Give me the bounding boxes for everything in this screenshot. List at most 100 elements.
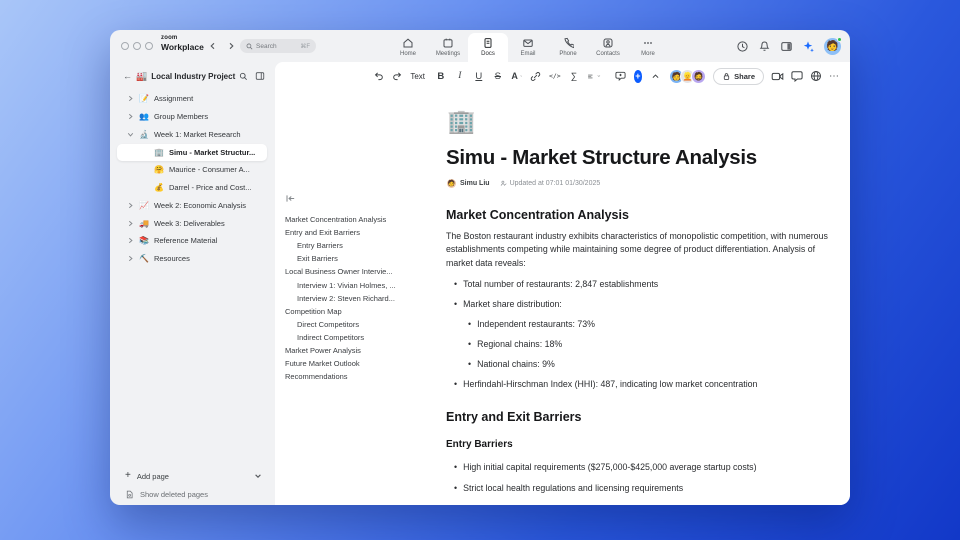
sidebar-item-simu-page[interactable]: 🏢 Simu - Market Structur... [117,144,267,161]
chevron-right-icon[interactable] [126,220,134,228]
chevron-right-icon[interactable] [126,202,134,210]
chevron-down-icon[interactable] [126,131,134,139]
tab-home[interactable]: Home [388,33,428,62]
document-panel: Text B I U S A </> ∑ + 🧑 👱 🧔 Share ⋯ Mar… [275,62,850,505]
outline-item[interactable]: Interview 1: Vivian Holmes, ... [285,278,437,291]
sidebar-item-label: Maurice - Consumer A... [168,165,250,174]
outline-item[interactable]: Competition Map [285,305,437,318]
sidebar-item-resources[interactable]: ⛏️ Resources [110,250,275,267]
add-page-button[interactable]: + Add page [110,468,275,484]
app-nav-tabs: Home Meetings Docs Email Phone Contacts [388,33,668,62]
chevron-right-icon[interactable] [126,255,134,263]
tab-label: Phone [559,51,577,57]
sidebar-item-label: Reference Material [153,236,218,245]
notifications-bell-icon[interactable] [758,40,771,53]
bullet-item: Herfindahl-Hirschman Index (HHI): 487, i… [454,379,757,389]
tab-contacts[interactable]: Contacts [588,33,628,62]
edited-by-icon [500,180,507,186]
document-title[interactable]: Simu - Market Structure Analysis [446,146,757,170]
bullet-subitem: National chains: 9% [468,359,555,369]
project-title: Local Industry Project [151,71,236,81]
group-members-icon: 👥 [139,112,149,121]
chevron-right-icon[interactable] [126,113,134,121]
clock-icon[interactable] [736,40,749,53]
window-controls[interactable] [121,42,153,50]
collapse-sidebar-icon[interactable] [255,71,265,81]
sidebar-item-week3[interactable]: 🚚 Week 3: Deliverables [110,215,275,232]
subsection-heading: Entry Barriers [446,439,513,450]
email-icon [523,39,533,47]
side-panel-toggle-icon[interactable] [780,40,793,53]
window-minimize-button[interactable] [133,42,141,50]
tab-email[interactable]: Email [508,33,548,62]
tab-docs[interactable]: Docs [468,33,508,62]
tab-label: Docs [481,51,495,57]
more-dots-icon [644,42,652,44]
tab-meetings[interactable]: Meetings [428,33,468,62]
outline-item[interactable]: Indirect Competitors [285,331,437,344]
collapse-outline-button[interactable] [285,192,437,204]
docs-icon [484,38,492,48]
sidebar-search-icon[interactable] [239,72,248,81]
document-outline: Market Concentration Analysis Entry and … [285,192,437,383]
undo-button[interactable] [373,69,384,84]
account-avatar[interactable]: 🧑 [824,36,842,55]
window-zoom-button[interactable] [145,42,153,50]
section-heading: Entry and Exit Barriers [446,410,582,424]
redo-button[interactable] [392,69,403,84]
sidebar-item-reference-material[interactable]: 📚 Reference Material [110,232,275,249]
phone-icon [564,37,574,49]
project-sidebar: ← 🏭 Local Industry Project 📝 Assignment … [110,62,275,505]
tab-more[interactable]: More [628,33,668,62]
resources-icon: ⛏️ [139,254,149,263]
outline-item[interactable]: Recommendations [285,370,437,383]
chevron-right-icon[interactable] [126,237,134,245]
reference-material-icon: 📚 [139,236,149,245]
home-icon [403,38,413,48]
window-close-button[interactable] [121,42,129,50]
tab-phone[interactable]: Phone [548,33,588,62]
darrel-page-icon: 💰 [154,183,164,192]
tab-label: More [641,51,655,57]
bullet-item: Strict local health regulations and lice… [454,483,683,493]
sidebar-item-label: Week 2: Economic Analysis [153,201,246,210]
chevron-right-icon[interactable] [126,95,134,103]
outline-item[interactable]: Exit Barriers [285,252,437,265]
chevron-down-icon[interactable] [254,467,262,485]
outline-item[interactable]: Market Concentration Analysis [285,213,437,226]
sidebar-item-week1[interactable]: 🔬 Week 1: Market Research [110,126,275,143]
document-body[interactable]: 🏢 Simu - Market Structure Analysis 🧑 Sim… [440,62,840,505]
back-arrow-icon[interactable]: ← [123,71,132,81]
forward-button[interactable] [224,39,238,53]
week2-icon: 📈 [139,201,149,210]
topbar-right-icons: 🧑 [736,30,842,62]
updated-timestamp: Updated at 07:01 01/30/2025 [500,180,600,187]
search-bar[interactable]: Search ⌘F [240,39,316,53]
document-byline: 🧑 Simu Liu Updated at 07:01 01/30/2025 [447,179,600,188]
collapse-left-icon [286,194,295,202]
sidebar-item-assignment[interactable]: 📝 Assignment [110,90,275,107]
outline-item[interactable]: Market Power Analysis [285,344,437,357]
show-deleted-label: Show deleted pages [140,489,208,499]
outline-item[interactable]: Entry and Exit Barriers [285,226,437,239]
bullet-subitem: Regional chains: 18% [468,339,562,349]
ai-companion-sparkle-icon[interactable] [802,40,815,53]
sidebar-item-week2[interactable]: 📈 Week 2: Economic Analysis [110,197,275,214]
sidebar-item-label: Week 3: Deliverables [153,219,225,228]
back-button[interactable] [206,39,220,53]
sidebar-item-darrel-page[interactable]: 💰 Darrel - Price and Cost... [110,179,275,196]
sidebar-item-maurice-page[interactable]: 🤗 Maurice - Consumer A... [110,161,275,178]
avatar: 🧑 [826,40,839,52]
show-deleted-pages-button[interactable]: Show deleted pages [110,486,275,502]
contacts-icon [603,38,613,48]
outline-item[interactable]: Local Business Owner Intervie... [285,265,437,278]
outline-item[interactable]: Direct Competitors [285,318,437,331]
chevron-right-icon [229,42,234,50]
sidebar-item-group-members[interactable]: 👥 Group Members [110,108,275,125]
text-style-dropdown[interactable]: Text [410,69,427,84]
search-placeholder: Search [256,42,277,50]
outline-item[interactable]: Interview 2: Steven Richard... [285,292,437,305]
outline-item[interactable]: Future Market Outlook [285,357,437,370]
sidebar-item-label: Darrel - Price and Cost... [168,183,252,192]
outline-item[interactable]: Entry Barriers [285,239,437,252]
